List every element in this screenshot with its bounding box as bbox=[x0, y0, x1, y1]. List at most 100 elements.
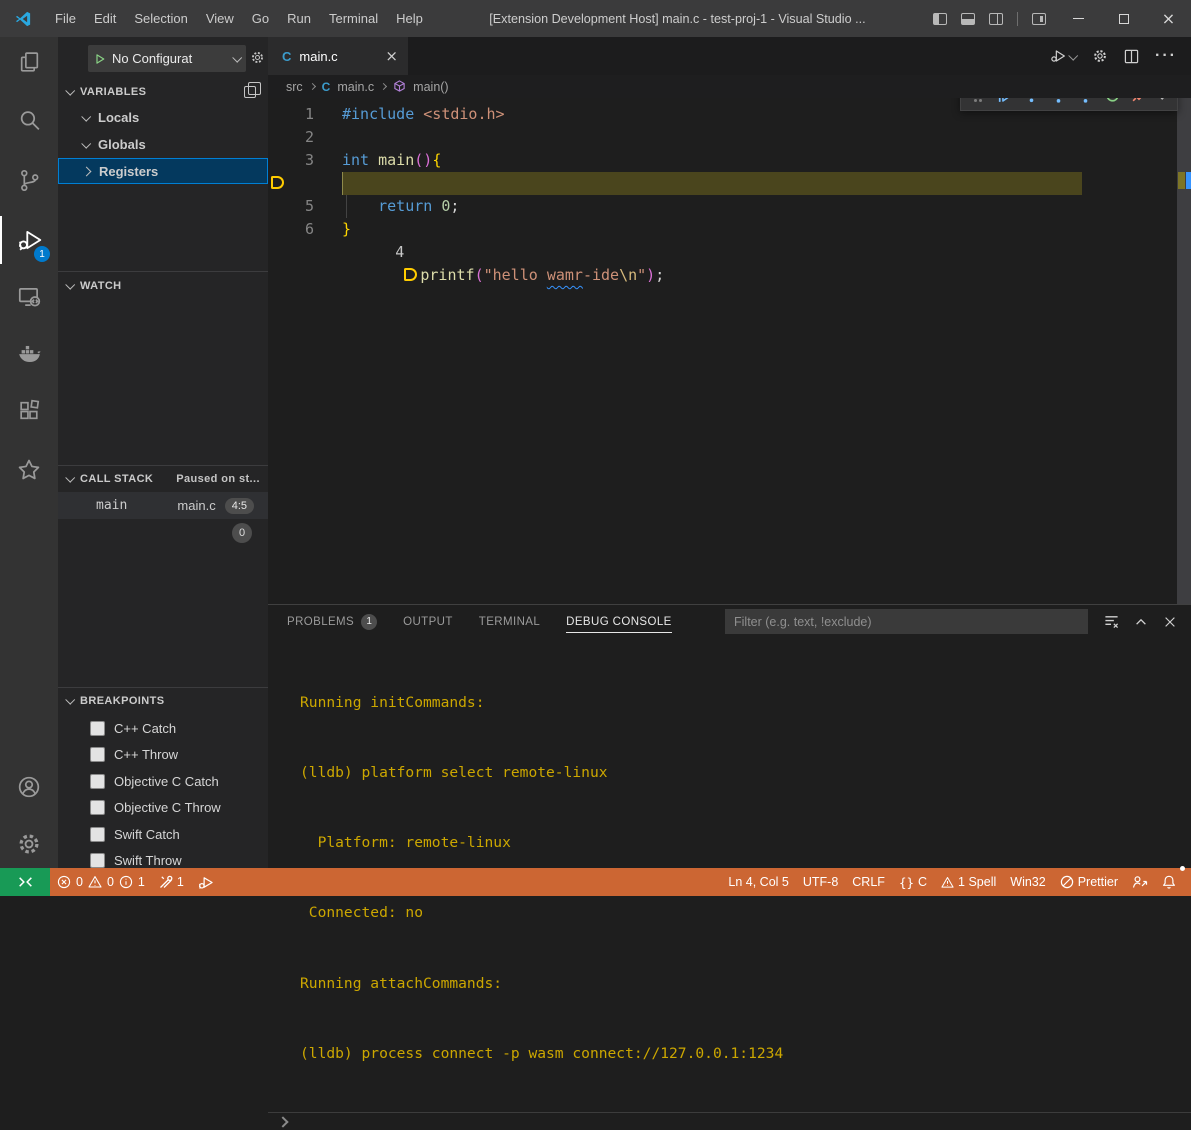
menu-view[interactable]: View bbox=[197, 0, 243, 37]
breadcrumb-symbol[interactable]: main() bbox=[413, 80, 448, 94]
menu-run[interactable]: Run bbox=[278, 0, 320, 37]
customize-layout-icon[interactable] bbox=[1032, 13, 1046, 25]
watch-section-header[interactable]: WATCH bbox=[58, 274, 268, 297]
checkbox[interactable] bbox=[90, 853, 105, 868]
call-stack-frame-row[interactable]: main main.c 4:5 bbox=[58, 492, 268, 519]
variables-scope-locals[interactable]: Locals bbox=[58, 104, 268, 130]
breadcrumb-folder[interactable]: src bbox=[286, 80, 303, 94]
editor-scrollbar[interactable] bbox=[1177, 98, 1191, 604]
launch-configuration-dropdown[interactable]: No Configurat bbox=[88, 45, 246, 72]
toggle-secondary-sidebar-icon[interactable] bbox=[989, 13, 1003, 25]
close-button[interactable]: × bbox=[1146, 0, 1191, 37]
remote-indicator[interactable] bbox=[0, 868, 50, 896]
code-line-2[interactable]: 2 bbox=[268, 126, 1191, 149]
eol-indicator[interactable]: CRLF bbox=[845, 868, 892, 896]
menu-terminal[interactable]: Terminal bbox=[320, 0, 387, 37]
extensions-icon[interactable] bbox=[0, 386, 58, 434]
platform-indicator[interactable]: Win32 bbox=[1003, 868, 1052, 896]
console-filter-input[interactable] bbox=[725, 609, 1088, 634]
call-stack-zero-badge: 0 bbox=[232, 523, 252, 543]
account-icon[interactable] bbox=[0, 763, 58, 811]
window-title: [Extension Development Host] main.c - te… bbox=[432, 12, 923, 26]
toggle-panel-icon[interactable] bbox=[961, 13, 975, 25]
overview-ruler-current-line-mark bbox=[1178, 172, 1185, 189]
step-out-button[interactable] bbox=[1072, 98, 1099, 109]
split-editor-icon[interactable] bbox=[1124, 49, 1139, 64]
console-line: Running initCommands: bbox=[300, 691, 1191, 714]
editor-gear-icon[interactable] bbox=[1092, 48, 1108, 64]
problems-status[interactable]: 0 0 1 bbox=[50, 875, 152, 889]
menu-file[interactable]: File bbox=[46, 0, 85, 37]
cursor-position[interactable]: Ln 4, Col 5 bbox=[721, 868, 795, 896]
breakpoint-cpp-throw[interactable]: C++ Throw bbox=[58, 742, 268, 766]
maximize-panel-chevron-icon[interactable] bbox=[1134, 615, 1148, 629]
restart-button[interactable] bbox=[1099, 98, 1126, 109]
close-panel-icon[interactable] bbox=[1163, 615, 1177, 629]
maximize-button[interactable] bbox=[1101, 0, 1146, 37]
source-control-icon[interactable] bbox=[0, 156, 58, 204]
variables-section-header[interactable]: VARIABLES bbox=[58, 80, 268, 103]
breakpoint-swift-catch[interactable]: Swift Catch bbox=[58, 822, 268, 846]
menu-go[interactable]: Go bbox=[243, 0, 278, 37]
clear-console-icon[interactable] bbox=[1104, 614, 1119, 629]
tab-problems[interactable]: PROBLEMS 1 bbox=[287, 605, 377, 638]
code-editor[interactable]: 1#include <stdio.h> 2 3int main(){ 4 pri… bbox=[268, 98, 1191, 604]
breakpoint-objc-throw[interactable]: Objective C Throw bbox=[58, 795, 268, 819]
console-line: (lldb) process connect -p wasm connect:/… bbox=[300, 1042, 1191, 1065]
continue-button[interactable] bbox=[991, 98, 1018, 109]
collapse-variables-icon[interactable] bbox=[244, 86, 256, 98]
encoding-indicator[interactable]: UTF-8 bbox=[796, 868, 845, 896]
toggle-sidebar-icon[interactable] bbox=[933, 13, 947, 25]
code-line-5[interactable]: 5 return 0; bbox=[268, 195, 1191, 218]
settings-gear-icon[interactable] bbox=[0, 820, 58, 868]
call-stack-section-header[interactable]: CALL STACK Paused on st... bbox=[58, 467, 268, 490]
more-actions-icon[interactable]: ··· bbox=[1155, 47, 1177, 65]
tools-status[interactable]: 1 bbox=[152, 868, 191, 896]
run-or-debug-button[interactable] bbox=[1050, 48, 1076, 64]
checkbox[interactable] bbox=[90, 774, 105, 789]
checkbox[interactable] bbox=[90, 747, 105, 762]
open-launch-json-gear-icon[interactable] bbox=[250, 50, 265, 65]
run-and-debug-icon[interactable]: 1 bbox=[0, 216, 58, 264]
step-over-button[interactable] bbox=[1018, 98, 1045, 109]
breakpoint-cpp-catch[interactable]: C++ Catch bbox=[58, 716, 268, 740]
variables-scope-globals[interactable]: Globals bbox=[58, 131, 268, 157]
explorer-icon[interactable] bbox=[0, 38, 58, 86]
tab-main-c[interactable]: C main.c × bbox=[268, 37, 408, 75]
code-line-4-current[interactable]: 4 printf("hello wamr-ide\n"); bbox=[268, 172, 1191, 195]
notifications-bell-icon[interactable] bbox=[1155, 868, 1183, 896]
minimize-button[interactable] bbox=[1056, 0, 1101, 37]
toolbar-drag-handle[interactable] bbox=[964, 98, 991, 109]
debug-toolbar-chevron-icon[interactable] bbox=[1153, 98, 1169, 109]
tab-close-icon[interactable]: × bbox=[385, 47, 398, 65]
tab-terminal[interactable]: TERMINAL bbox=[479, 605, 540, 638]
step-into-button[interactable] bbox=[1045, 98, 1072, 109]
menu-selection[interactable]: Selection bbox=[125, 0, 196, 37]
feedback-icon[interactable] bbox=[1125, 868, 1155, 896]
variables-scope-registers[interactable]: Registers bbox=[58, 158, 268, 184]
debug-console-input[interactable] bbox=[268, 1112, 1191, 1130]
checkbox[interactable] bbox=[90, 827, 105, 842]
breadcrumb-file[interactable]: main.c bbox=[337, 80, 374, 94]
search-icon[interactable] bbox=[0, 96, 58, 144]
checkbox[interactable] bbox=[90, 721, 105, 736]
debug-status-icon[interactable] bbox=[191, 868, 221, 896]
breakpoints-section-header[interactable]: BREAKPOINTS bbox=[58, 689, 268, 712]
code-line-6[interactable]: 6} bbox=[268, 218, 1191, 241]
tab-debug-console[interactable]: DEBUG CONSOLE bbox=[566, 605, 672, 638]
start-debug-icon[interactable] bbox=[94, 53, 106, 65]
paused-breakpoint-arrow-icon[interactable] bbox=[271, 176, 284, 189]
formatter-status[interactable]: Prettier bbox=[1053, 868, 1125, 896]
star-icon[interactable] bbox=[0, 446, 58, 494]
language-mode[interactable]: {} C bbox=[892, 868, 934, 896]
remote-explorer-icon[interactable] bbox=[0, 273, 58, 321]
spell-checker-status[interactable]: 1 Spell bbox=[934, 868, 1003, 896]
disconnect-button[interactable] bbox=[1126, 98, 1153, 109]
checkbox[interactable] bbox=[90, 800, 105, 815]
code-line-3[interactable]: 3int main(){ bbox=[268, 149, 1191, 172]
menu-help[interactable]: Help bbox=[387, 0, 432, 37]
breakpoint-objc-catch[interactable]: Objective C Catch bbox=[58, 769, 268, 793]
menu-edit[interactable]: Edit bbox=[85, 0, 125, 37]
tab-output[interactable]: OUTPUT bbox=[403, 605, 453, 638]
docker-icon[interactable] bbox=[0, 329, 58, 377]
